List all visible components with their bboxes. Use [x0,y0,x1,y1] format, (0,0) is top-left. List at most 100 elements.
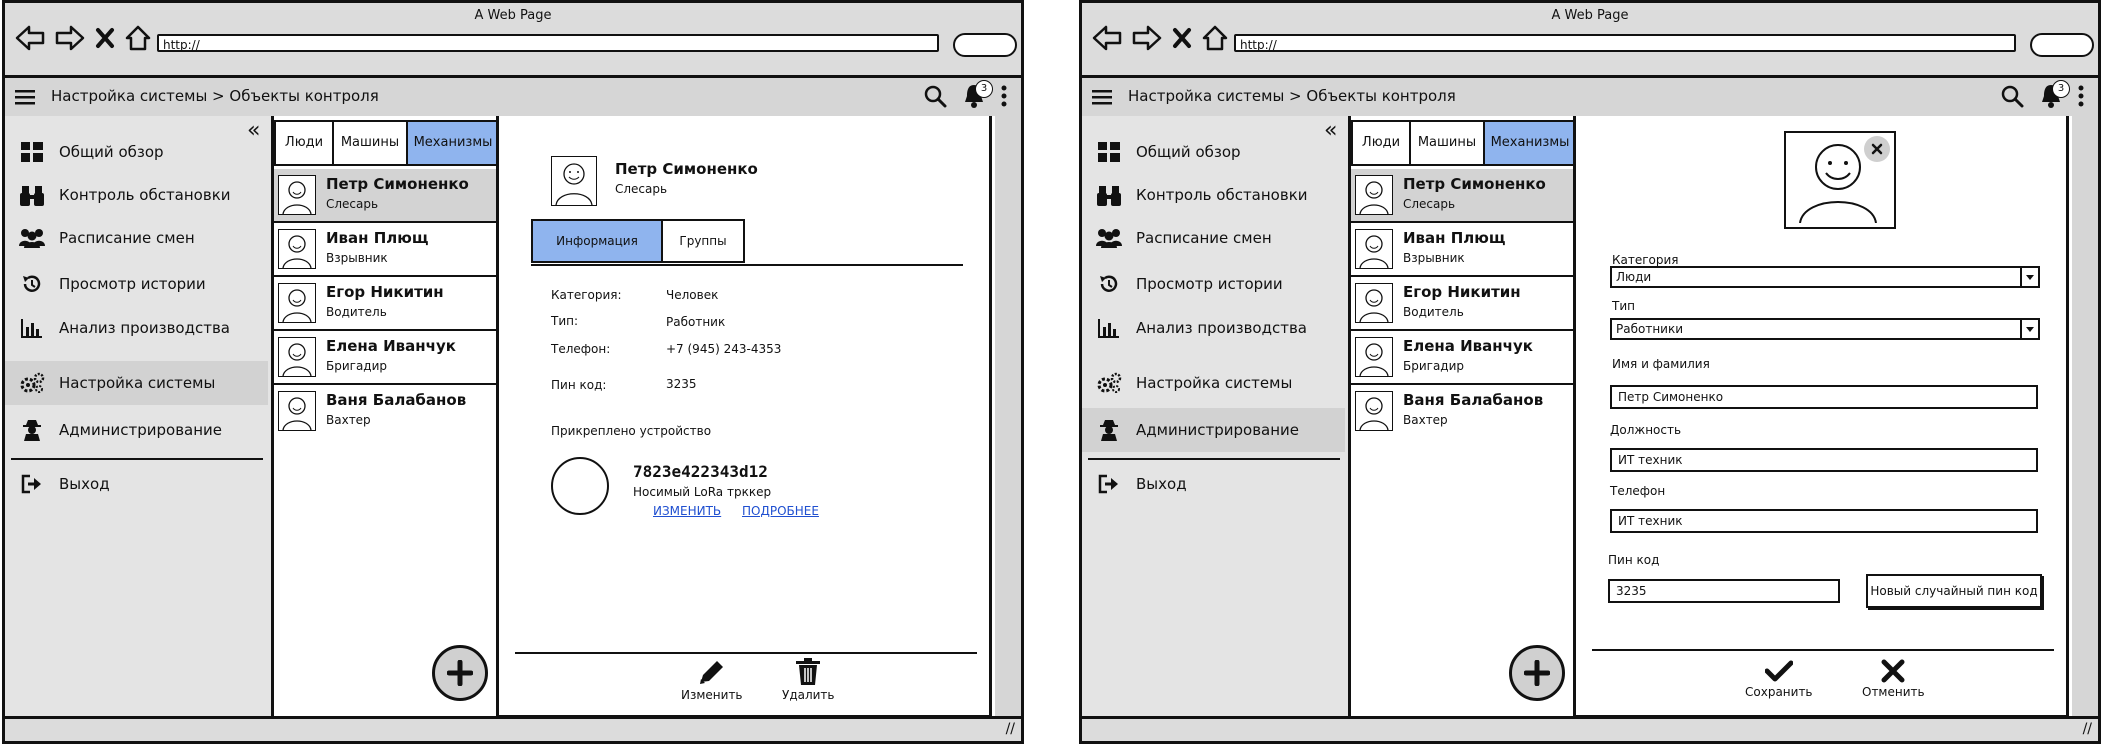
back-icon[interactable] [15,25,45,55]
random-pin-button[interactable]: Новый случайный пин код [1866,574,2042,608]
sidebar-item-overview[interactable]: Общий обзор [1082,130,1345,174]
person-name: Егор Никитин [326,283,444,301]
tab-people[interactable]: Люди [1353,122,1411,164]
person-name: Петр Симоненко [326,175,469,193]
list-item[interactable]: Иван Плющ Взрывник [274,223,496,277]
phone-field[interactable]: ИТ техник [1610,509,2038,533]
sign-out-icon [1096,474,1122,494]
sidebar-item-shifts[interactable]: Расписание смен [5,216,268,260]
sidebar-item-label: Настройка системы [59,374,216,392]
back-icon[interactable] [1092,25,1122,55]
sidebar-item-admin[interactable]: Администрирование [5,408,268,452]
sidebar-item-logout[interactable]: Выход [5,462,268,506]
list-item[interactable]: Елена Иванчук Бригадир [274,331,496,385]
address-bar[interactable]: http:// [157,34,939,52]
position-label: Должность [1610,423,1682,437]
list-item[interactable]: Петр Симоненко Слесарь [274,169,496,223]
plus-icon [1524,660,1550,686]
address-bar[interactable]: http:// [1234,34,2016,52]
type-label: Тип [1612,299,1635,313]
status-bar: // [5,716,1021,741]
tab-machines[interactable]: Машины [334,122,408,164]
more-vert-icon[interactable] [1001,85,1007,111]
category-tabs: Люди Машины Механизмы [1351,120,1577,166]
scrollbar[interactable] [2072,116,2098,720]
list-item[interactable]: Ваня Балабанов Вахтер [1351,385,1573,437]
sidebar-item-monitoring[interactable]: Контроль обстановки [5,173,268,217]
tab-people[interactable]: Люди [276,122,334,164]
sidebar-item-analysis[interactable]: Анализ производства [1082,306,1345,350]
scrollbar[interactable] [995,116,1021,720]
bell-icon[interactable]: 3 [963,80,993,113]
sidebar-item-label: Администрирование [59,421,223,439]
forward-icon[interactable] [55,25,85,55]
change-device-link[interactable]: ИЗМЕНИТЬ [653,504,721,518]
field-value: 3235 [666,377,697,391]
person-role: Вахтер [326,413,371,427]
bar-chart-icon [1096,318,1122,338]
sidebar-item-analysis[interactable]: Анализ производства [5,306,268,350]
person-role: Взрывник [1403,251,1465,265]
remove-photo-button[interactable] [1864,136,1890,162]
list-item[interactable]: Егор Никитин Водитель [274,277,496,331]
more-vert-icon[interactable] [2078,85,2084,111]
tab-mechanisms[interactable]: Механизмы [408,122,498,164]
search-icon[interactable] [923,84,947,112]
position-field[interactable]: ИТ техник [1610,448,2038,472]
resize-grip-icon[interactable]: // [1006,721,1015,737]
sidebar-item-settings[interactable]: Настройка системы [5,361,268,405]
sidebar-item-history[interactable]: Просмотр истории [5,262,268,306]
sidebar-item-label: Выход [59,475,110,493]
pin-field[interactable]: 3235 [1608,579,1840,603]
person-name: Иван Плющ [1403,229,1506,247]
sidebar-item-monitoring[interactable]: Контроль обстановки [1082,173,1345,217]
person-name: Елена Иванчук [326,337,456,355]
list-item[interactable]: Егор Никитин Водитель [1351,277,1573,331]
bell-icon[interactable]: 3 [2040,80,2070,113]
add-object-button[interactable] [432,645,488,701]
name-field[interactable]: Петр Симоненко [1610,385,2038,409]
hamburger-menu-icon[interactable] [15,89,35,109]
sidebar-item-label: Расписание смен [1136,229,1272,247]
hamburger-menu-icon[interactable] [1092,89,1112,109]
stop-icon[interactable] [95,27,115,53]
category-tabs: Люди Машины Механизмы [274,120,500,166]
list-item[interactable]: Иван Плющ Взрывник [1351,223,1573,277]
home-icon[interactable] [1202,25,1228,55]
tab-mechanisms[interactable]: Механизмы [1485,122,1575,164]
sidebar-item-admin[interactable]: Администрирование [1082,408,1345,452]
add-object-button[interactable] [1509,645,1565,701]
sidebar-item-shifts[interactable]: Расписание смен [1082,216,1345,260]
sidebar-item-history[interactable]: Просмотр истории [1082,262,1345,306]
browser-search-field[interactable] [953,33,1017,57]
browser-search-field[interactable] [2030,33,2094,57]
sidebar-divider [1088,458,1340,460]
category-select[interactable]: Люди [1610,266,2040,288]
sidebar-item-settings[interactable]: Настройка системы [1082,361,1345,405]
type-select[interactable]: Работники [1610,318,2040,340]
cancel-button[interactable]: Отменить [1862,659,1925,699]
resize-grip-icon[interactable]: // [2083,721,2092,737]
sidebar-item-overview[interactable]: Общий обзор [5,130,268,174]
field-label: Категория: [551,288,622,302]
save-button[interactable]: Сохранить [1745,659,1813,699]
delete-button[interactable]: Удалить [782,658,835,702]
list-item[interactable]: Ваня Балабанов Вахтер [274,385,496,437]
list-item[interactable]: Петр Симоненко Слесарь [1351,169,1573,223]
stop-icon[interactable] [1172,27,1192,53]
avatar [278,283,316,323]
edit-button[interactable]: Изменить [681,658,743,702]
list-item[interactable]: Елена Иванчук Бригадир [1351,331,1573,385]
users-icon [1096,228,1122,248]
home-icon[interactable] [125,25,151,55]
breadcrumb: Настройка системы > Объекты контроля [51,87,379,105]
tab-groups[interactable]: Группы [663,221,743,261]
sidebar-item-logout[interactable]: Выход [1082,462,1345,506]
avatar [278,337,316,377]
device-details-link[interactable]: ПОДРОБНЕЕ [742,504,819,518]
forward-icon[interactable] [1132,25,1162,55]
tab-machines[interactable]: Машины [1411,122,1485,164]
search-icon[interactable] [2000,84,2024,112]
tab-info[interactable]: Информация [533,221,663,261]
person-role: Вахтер [1403,413,1448,427]
